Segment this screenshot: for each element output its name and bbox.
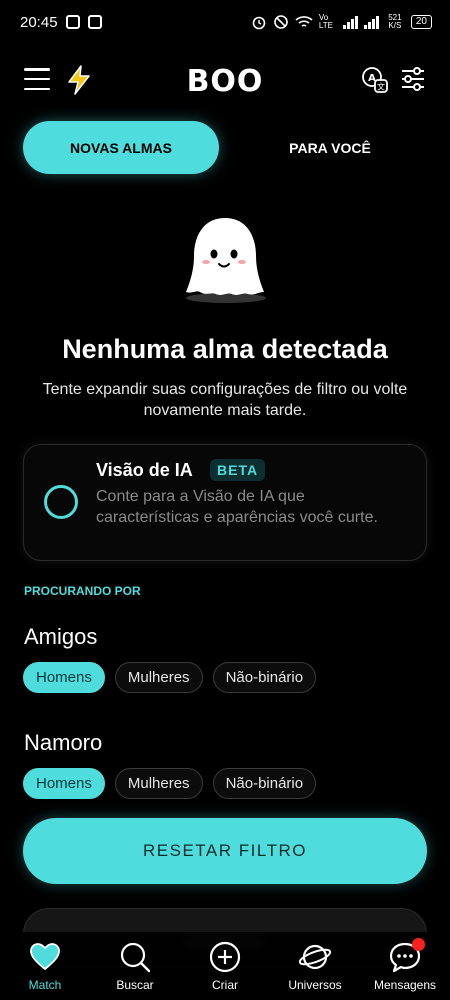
nav-buscar[interactable]: Buscar — [90, 932, 180, 1000]
search-icon — [120, 942, 151, 973]
nav-label-mensagens: Mensagens — [373, 978, 437, 992]
filter-sliders-icon[interactable] — [400, 66, 426, 92]
network-speed: 521 K/S — [388, 13, 402, 30]
alarm-icon — [252, 16, 266, 30]
friends-chip-row: Homens Mulheres Não-binário — [23, 662, 317, 693]
bottom-nav: Match Buscar Criar Universos Mensagens — [0, 932, 450, 1000]
reset-filter-button[interactable]: RESETAR FILTRO — [23, 818, 427, 884]
beta-badge: BETA — [210, 459, 266, 481]
network-label: Vo LTE — [318, 13, 333, 30]
plus-circle-icon — [209, 941, 241, 973]
dating-chip-nao-binario[interactable]: Não-binário — [212, 768, 317, 799]
signal-icon — [342, 15, 358, 29]
empty-state-title: Nenhuma alma detectada — [62, 334, 388, 364]
dating-title: Namoro — [24, 730, 103, 755]
tab-bar: NOVAS ALMAS PARA VOCÊ — [23, 121, 427, 175]
wifi-icon — [295, 16, 313, 27]
planet-icon — [298, 944, 332, 970]
friends-chip-nao-binario[interactable]: Não-binário — [212, 662, 317, 693]
status-left: 20:45 — [20, 14, 102, 31]
nav-match[interactable]: Match — [0, 932, 90, 1000]
tab-para-voce[interactable]: PARA VOCÊ — [233, 121, 427, 174]
dating-chip-row: Homens Mulheres Não-binário — [23, 768, 317, 799]
empty-state-subtitle: Tente expandir suas configurações de fil… — [42, 381, 408, 419]
status-right: Vo LTE 521 K/S 20 — [251, 14, 432, 30]
status-bar: 20:45 Vo LTE 521 K/S 20 — [0, 0, 450, 44]
signal-icon-2 — [363, 15, 379, 29]
friends-chip-homens[interactable]: Homens — [23, 662, 105, 693]
ai-ring-icon — [44, 485, 78, 519]
friends-chip-mulheres[interactable]: Mulheres — [114, 662, 203, 693]
do-not-disturb-icon — [274, 15, 288, 29]
nav-mensagens[interactable]: Mensagens — [360, 932, 450, 1000]
nav-criar[interactable]: Criar — [180, 932, 270, 1000]
section-label-looking-for: PROCURANDO POR — [24, 584, 141, 598]
discord-icon — [65, 15, 80, 29]
heart-icon — [30, 943, 60, 970]
nav-universos[interactable]: Universos — [270, 932, 360, 1000]
translate-icon[interactable]: A 文 — [361, 66, 389, 94]
nav-label-universos: Universos — [288, 978, 342, 992]
ghost-mascot-icon — [186, 218, 266, 303]
status-time: 20:45 — [20, 13, 58, 31]
nav-label-buscar: Buscar — [116, 978, 154, 992]
header: BOO A 文 — [0, 56, 450, 106]
friends-title: Amigos — [24, 624, 98, 649]
ai-vision-description: Conte para a Visão de IA que característ… — [96, 488, 378, 526]
dating-chip-homens[interactable]: Homens — [23, 768, 105, 799]
ai-vision-card[interactable]: Visão de IA BETA Conte para a Visão de I… — [23, 444, 427, 561]
nav-label-match: Match — [28, 978, 62, 992]
tab-novas-almas[interactable]: NOVAS ALMAS — [23, 121, 219, 174]
nav-label-criar: Criar — [212, 978, 238, 992]
dating-chip-mulheres[interactable]: Mulheres — [114, 768, 203, 799]
notification-dot — [412, 938, 425, 951]
battery-icon: 20 — [410, 15, 432, 29]
twitch-icon — [87, 15, 102, 29]
svg-text:文: 文 — [377, 82, 385, 92]
ai-vision-title: Visão de IA — [96, 460, 193, 480]
